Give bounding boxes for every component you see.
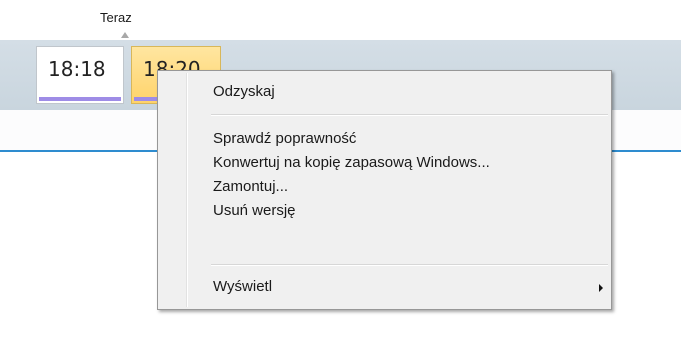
menu-separator [211, 114, 608, 116]
snapshot-tile[interactable]: 18:18 [36, 46, 124, 104]
menu-item-verify[interactable]: Sprawdź poprawność [160, 126, 609, 152]
menu-item-recover[interactable]: Odzyskaj [160, 79, 609, 105]
now-label: Teraz [100, 10, 132, 25]
menu-item-label: Zamontuj... [213, 178, 289, 195]
menu-item-label: Sprawdź poprawność [213, 130, 357, 147]
backup-timeline-window: Teraz 18:18 18:20 Odzyskaj Sprawdź popra… [0, 0, 681, 350]
context-menu: Odzyskaj Sprawdź poprawność Konwertuj na… [157, 70, 612, 310]
menu-separator [211, 264, 608, 266]
menu-item-label: Wyświetl [213, 278, 273, 295]
menu-item-view[interactable]: Wyświetl [160, 274, 609, 300]
menu-item-label: Odzyskaj [213, 83, 275, 100]
snapshot-time: 18:18 [48, 57, 106, 81]
menu-item-mount[interactable]: Zamontuj... [160, 174, 609, 200]
menu-item-label: Usuń wersję [213, 202, 296, 219]
now-marker-icon [121, 32, 129, 38]
chevron-right-icon [599, 284, 603, 292]
menu-item-label: Konwertuj na kopię zapasową Windows... [213, 154, 490, 171]
menu-item-convert-windows-backup[interactable]: Konwertuj na kopię zapasową Windows... [160, 150, 609, 176]
menu-item-delete-version[interactable]: Usuń wersję [160, 198, 609, 224]
snapshot-indicator-bar [39, 97, 121, 101]
